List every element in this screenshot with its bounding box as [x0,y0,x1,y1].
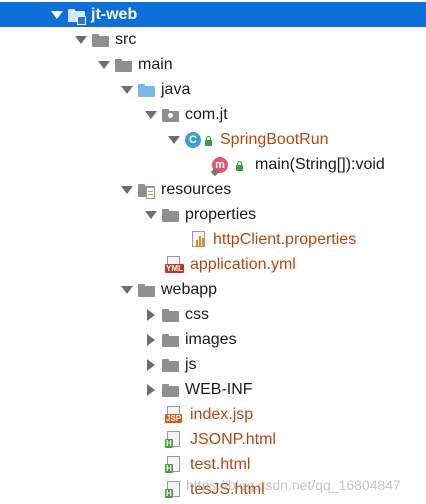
expand-arrow-icon[interactable] [144,352,158,377]
collapse-arrow-icon[interactable] [167,127,181,152]
tree-row-webinf[interactable]: WEB-INF [0,377,426,402]
resources-folder-icon [138,181,156,199]
watermark-text: https://blog.csdn.net/qq_16804847 [186,477,401,493]
method-icon: m [210,156,250,176]
tree-label: SpringBootRun [220,131,329,148]
collapse-arrow-icon[interactable] [144,102,158,127]
tree-label: httpClient.properties [213,231,357,248]
tree-row-application-yml[interactable]: YML application.yml [0,252,426,277]
tree-row-test-html[interactable]: H test.html [0,452,426,477]
tree-row-main[interactable]: main [0,52,426,77]
tree-row-js[interactable]: js [0,352,426,377]
tree-row-project[interactable]: jt-web [0,2,426,27]
tree-label: resources [161,181,232,198]
tree-row-index-jsp[interactable]: JSP index.jsp [0,402,426,427]
html-file-icon: H [165,430,185,449]
collapse-arrow-icon[interactable] [74,27,88,52]
tree-row-java[interactable]: java [0,77,426,102]
folder-icon [162,381,180,399]
folder-icon [162,206,180,224]
html-file-icon: H [165,455,185,474]
module-folder-icon [68,6,86,25]
folder-icon [162,331,180,349]
tree-label: js [185,356,197,373]
tree-label: application.yml [190,256,296,273]
expand-arrow-icon[interactable] [144,302,158,327]
tree-label: images [185,331,237,348]
tree-label: test.html [190,456,251,473]
tree-row-images[interactable]: images [0,327,426,352]
tree-label: com.jt [185,106,228,123]
tree-label: main [138,56,173,73]
source-folder-icon [138,81,156,99]
class-icon: C [185,131,215,149]
tree-row-class[interactable]: C SpringBootRun [0,127,426,152]
tree-label: WEB-INF [185,381,253,398]
tree-row-resources[interactable]: resources [0,177,426,202]
tree-label: jt-web [91,6,138,23]
tree-label: JSONP.html [190,431,276,448]
tree-row-httpclient-properties[interactable]: httpClient.properties [0,227,426,252]
tree-label: index.jsp [190,406,254,423]
tree-row-properties-folder[interactable]: properties [0,202,426,227]
lock-icon [205,135,212,146]
tree-label: css [185,306,209,323]
folder-icon [92,31,110,49]
collapse-arrow-icon[interactable] [144,202,158,227]
expand-arrow-icon[interactable] [144,377,158,402]
folder-icon [138,281,156,299]
tree-label: src [115,31,137,48]
tree-row-src[interactable]: src [0,27,426,52]
tree-row-jsonp-html[interactable]: H JSONP.html [0,427,426,452]
tree-row-method[interactable]: m main(String[]):void [0,152,426,177]
collapse-arrow-icon[interactable] [120,77,134,102]
collapse-arrow-icon[interactable] [120,277,134,302]
collapse-arrow-icon[interactable] [120,177,134,202]
tree-label: main(String[]):void [255,156,385,173]
tree-label: java [161,81,191,98]
expand-arrow-icon[interactable] [144,327,158,352]
jsp-file-icon: JSP [165,405,185,424]
tree-row-webapp[interactable]: webapp [0,277,426,302]
properties-file-icon [190,230,208,249]
tree-row-css[interactable]: css [0,302,426,327]
folder-icon [162,306,180,324]
package-icon [162,106,180,124]
collapse-arrow-icon[interactable] [97,52,111,77]
yml-file-icon: YML [165,255,185,274]
tree-label: properties [185,206,257,223]
collapse-arrow-icon[interactable] [50,2,64,27]
folder-icon [162,356,180,374]
lock-icon [236,160,243,171]
tree-label: webapp [161,281,218,298]
html-file-icon: H [165,480,185,499]
tree-row-package[interactable]: com.jt [0,102,426,127]
folder-icon [115,56,133,74]
